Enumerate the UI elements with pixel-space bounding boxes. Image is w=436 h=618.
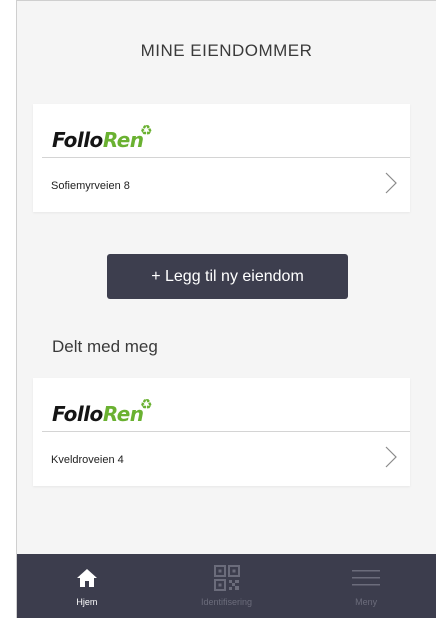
add-property-button[interactable]: + Legg til ny eiendom	[107, 254, 348, 299]
shared-property-card[interactable]: FolloRen ♻ Kveldroveien 4	[33, 378, 410, 486]
property-address: Sofiemyrveien 8	[51, 180, 130, 192]
chevron-right-icon[interactable]	[384, 171, 398, 195]
divider	[42, 431, 410, 432]
follo-ren-logo: FolloRen ♻	[52, 122, 172, 156]
recycle-icon: ♻	[140, 122, 153, 138]
property-address: Kveldroveien 4	[51, 454, 124, 466]
tab-menu-label: Meny	[355, 597, 378, 607]
divider	[42, 157, 410, 158]
chevron-right-icon[interactable]	[384, 445, 398, 469]
home-icon	[76, 569, 97, 587]
logo-text: FolloRen	[52, 128, 144, 152]
tab-home-label: Hjem	[76, 597, 98, 607]
property-card[interactable]: FolloRen ♻ Sofiemyrveien 8	[33, 104, 410, 212]
tab-identification[interactable]: Identifisering	[157, 554, 297, 618]
tab-home[interactable]: Hjem	[17, 554, 157, 618]
page-title: MINE EIENDOMMER	[140, 41, 313, 60]
recycle-icon: ♻	[140, 396, 153, 412]
tab-identification-label: Identifisering	[200, 597, 253, 607]
qr-code-icon	[213, 565, 240, 591]
tab-menu[interactable]: Meny	[296, 554, 436, 618]
shared-with-me-heading: Delt med meg	[52, 337, 158, 356]
app-screen: MINE EIENDOMMER FolloRen ♻ Sofiemyrveien…	[16, 0, 436, 618]
hamburger-menu-icon	[352, 570, 381, 586]
bottom-tab-bar: Hjem Identifisering Meny	[17, 554, 436, 618]
follo-ren-logo: FolloRen ♻	[52, 396, 172, 430]
logo-text: FolloRen	[52, 402, 144, 426]
